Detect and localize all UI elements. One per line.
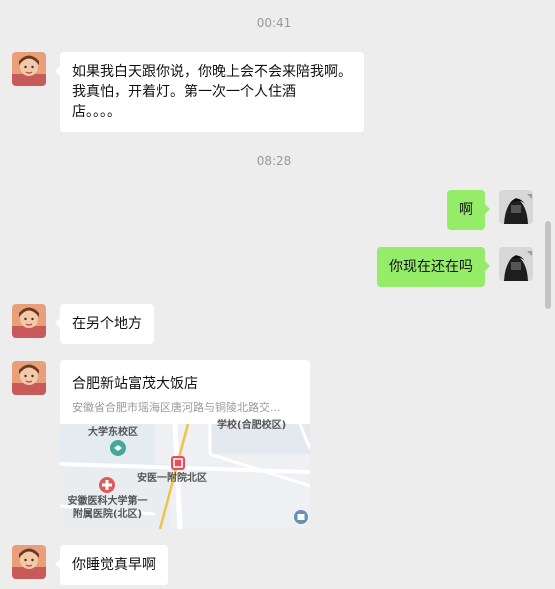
contact-avatar[interactable] — [12, 52, 46, 86]
location-map[interactable]: 大学东校区 学校(合肥校区) 安医一附院北区 安徽医科大学第一 附属医院(北区) — [60, 420, 310, 529]
message-bubble-incoming[interactable]: 如果我白天跟你说，你晚上会不会来陪我啊。 我真怕，开着灯。第一次一个人住酒 店。… — [55, 52, 364, 132]
user-avatar[interactable] — [499, 247, 533, 281]
map-label: 学校(合肥校区) — [217, 420, 287, 431]
contact-avatar[interactable] — [12, 304, 46, 338]
scrollbar[interactable] — [545, 221, 551, 309]
message-bubble-incoming[interactable]: 在另个地方 — [55, 304, 154, 344]
map-label: 大学东校区 — [88, 427, 138, 438]
map-label: 安徽医科大学第一 附属医院(北区) — [67, 496, 148, 520]
location-title: 合肥新站富茂大饭店 — [72, 376, 198, 392]
contact-avatar[interactable] — [12, 545, 46, 579]
location-address: 安徽省合肥市瑶海区唐河路与铜陵北路交... — [72, 401, 281, 414]
chat-window: 00:41 如果我白天跟你说，你晚上会不会来陪我啊。 我真怕，开着灯。第一次一个… — [0, 0, 555, 589]
location-card[interactable]: 合肥新站富茂大饭店 安徽省合肥市瑶海区唐河路与铜陵北路交... 大学东校区 学校… — [60, 360, 310, 529]
message-bubble-incoming[interactable]: 你睡觉真早啊 — [55, 545, 168, 585]
contact-avatar[interactable] — [12, 361, 46, 395]
map-label: 安医一附院北区 — [137, 473, 207, 484]
message-bubble-outgoing[interactable]: 啊 — [447, 190, 490, 230]
timestamp: 08:28 — [256, 154, 292, 168]
message-bubble-outgoing[interactable]: 你现在还在吗 — [377, 247, 490, 287]
timestamp: 00:41 — [256, 16, 292, 30]
user-avatar[interactable] — [499, 190, 533, 224]
